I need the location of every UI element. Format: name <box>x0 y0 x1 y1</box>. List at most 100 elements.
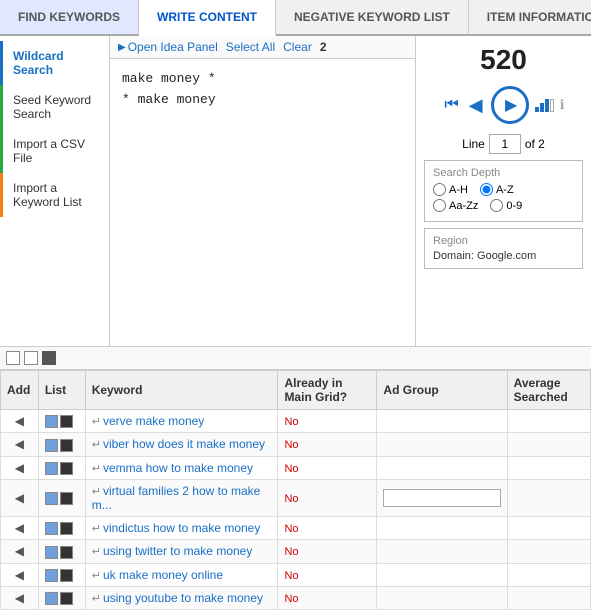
clear-button[interactable]: Clear <box>283 40 312 54</box>
cell-adgroup-6 <box>377 563 507 586</box>
already-value-2: No <box>284 463 298 475</box>
radio-row-1: A-H A-Z <box>433 183 574 196</box>
line-label: Line <box>462 137 485 151</box>
skip-back-button[interactable]: ⏮ <box>442 94 460 116</box>
cell-avg-1 <box>507 433 590 456</box>
list-checkbox-dark-1[interactable] <box>60 439 73 452</box>
cell-adgroup-1 <box>377 433 507 456</box>
grid-checkbox-dark[interactable] <box>42 351 56 365</box>
cell-adgroup-3[interactable] <box>377 479 507 516</box>
cell-add-3: ◀ <box>1 479 39 516</box>
radio-az[interactable]: A-Z <box>480 183 514 196</box>
keyword-link-7[interactable]: using youtube to make money <box>103 591 263 605</box>
add-arrow-btn-1[interactable]: ◀ <box>13 437 26 451</box>
region-box: Region Domain: Google.com <box>424 228 583 269</box>
line-of-label: of 2 <box>525 137 545 151</box>
keyword-link-3[interactable]: virtual families 2 how to make m... <box>92 484 261 512</box>
region-domain: Domain: Google.com <box>433 250 574 262</box>
add-arrow-btn-3[interactable]: ◀ <box>13 491 26 505</box>
th-add: Add <box>1 371 39 410</box>
sidebar-item-import-keyword[interactable]: Import a Keyword List <box>0 173 109 217</box>
cell-list-2 <box>38 456 85 479</box>
adgroup-input-3[interactable] <box>383 489 500 507</box>
sidebar-item-seed-keyword[interactable]: Seed Keyword Search <box>0 85 109 129</box>
cell-add-4: ◀ <box>1 516 39 539</box>
cell-avg-2 <box>507 456 590 479</box>
cell-keyword-0: ↵verve make money <box>85 410 278 433</box>
table-row: ◀ ↵uk make money online No <box>1 563 591 586</box>
th-adgroup: Ad Group <box>377 371 507 410</box>
tab-item-information[interactable]: ITEM INFORMATION <box>469 0 591 34</box>
cell-adgroup-2 <box>377 456 507 479</box>
toolbar-count: 2 <box>320 40 327 54</box>
grid-checkbox-sm2[interactable] <box>24 351 38 365</box>
list-checkbox-blue-3[interactable] <box>45 492 58 505</box>
line-input[interactable] <box>489 134 521 154</box>
table-row: ◀ ↵vemma how to make money No <box>1 456 591 479</box>
list-checkbox-blue-6[interactable] <box>45 569 58 582</box>
radio-aazz[interactable]: Aa-Zz <box>433 199 478 212</box>
th-avg: Average Searched <box>507 371 590 410</box>
tab-write-content[interactable]: WRITE CONTENT <box>139 0 276 36</box>
th-already: Already in Main Grid? <box>278 371 377 410</box>
open-idea-panel-button[interactable]: Open Idea Panel <box>118 40 218 54</box>
keyword-link-2[interactable]: vemma how to make money <box>103 461 253 475</box>
list-checkbox-blue-7[interactable] <box>45 592 58 605</box>
add-arrow-btn-2[interactable]: ◀ <box>13 461 26 475</box>
add-arrow-btn-7[interactable]: ◀ <box>13 591 26 605</box>
already-value-7: No <box>284 593 298 605</box>
cell-already-2: No <box>278 456 377 479</box>
indent-icon-7: ↵ <box>92 593 101 605</box>
cell-keyword-2: ↵vemma how to make money <box>85 456 278 479</box>
cell-already-0: No <box>278 410 377 433</box>
add-arrow-btn-6[interactable]: ◀ <box>13 568 26 582</box>
already-value-3: No <box>284 493 298 505</box>
keyword-link-1[interactable]: viber how does it make money <box>103 437 265 451</box>
list-checkbox-blue-4[interactable] <box>45 522 58 535</box>
list-checkbox-dark-2[interactable] <box>60 462 73 475</box>
list-checkbox-dark-7[interactable] <box>60 592 73 605</box>
cell-avg-6 <box>507 563 590 586</box>
sidebar-item-import-csv[interactable]: Import a CSV File <box>0 129 109 173</box>
cell-keyword-6: ↵uk make money online <box>85 563 278 586</box>
list-checkbox-dark-5[interactable] <box>60 546 73 559</box>
cell-already-1: No <box>278 433 377 456</box>
indent-icon-2: ↵ <box>92 463 101 475</box>
keyword-link-0[interactable]: verve make money <box>103 414 204 428</box>
list-checkbox-blue-0[interactable] <box>45 415 58 428</box>
list-checkbox-blue-1[interactable] <box>45 439 58 452</box>
add-arrow-btn-4[interactable]: ◀ <box>13 521 26 535</box>
cell-avg-7 <box>507 586 590 609</box>
add-arrow-btn-0[interactable]: ◀ <box>13 414 26 428</box>
step-back-button[interactable]: ◀ <box>467 93 485 118</box>
keyword-link-5[interactable]: using twitter to make money <box>103 544 252 558</box>
select-all-button[interactable]: Select All <box>226 40 275 54</box>
cell-list-6 <box>38 563 85 586</box>
list-checkbox-blue-2[interactable] <box>45 462 58 475</box>
cell-list-3 <box>38 479 85 516</box>
list-checkbox-dark-3[interactable] <box>60 492 73 505</box>
radio-09[interactable]: 0-9 <box>490 199 522 212</box>
list-checkbox-blue-5[interactable] <box>45 546 58 559</box>
add-arrow-btn-5[interactable]: ◀ <box>13 544 26 558</box>
cell-already-4: No <box>278 516 377 539</box>
search-depth-box: Search Depth A-H A-Z Aa-Zz 0-9 <box>424 160 583 222</box>
tab-find-keywords[interactable]: FIND KEYWORDS <box>0 0 139 34</box>
keyword-text-area[interactable]: make money * * make money <box>110 59 415 346</box>
already-value-0: No <box>284 416 298 428</box>
play-button[interactable]: ▶ <box>491 86 529 124</box>
radio-aazz-label: Aa-Zz <box>449 200 478 212</box>
sidebar-item-wildcard-search[interactable]: Wildcard Search <box>0 41 109 85</box>
grid-checkbox-empty[interactable] <box>6 351 20 365</box>
cell-already-7: No <box>278 586 377 609</box>
tab-negative-keyword[interactable]: NEGATIVE KEYWORD LIST <box>276 0 469 34</box>
keyword-link-6[interactable]: uk make money online <box>103 568 223 582</box>
signal-bar-2 <box>540 103 544 112</box>
list-checkbox-dark-0[interactable] <box>60 415 73 428</box>
keyword-link-4[interactable]: vindictus how to make money <box>103 521 260 535</box>
radio-ah[interactable]: A-H <box>433 183 468 196</box>
signal-bar-3 <box>545 99 549 112</box>
cell-list-4 <box>38 516 85 539</box>
list-checkbox-dark-6[interactable] <box>60 569 73 582</box>
list-checkbox-dark-4[interactable] <box>60 522 73 535</box>
